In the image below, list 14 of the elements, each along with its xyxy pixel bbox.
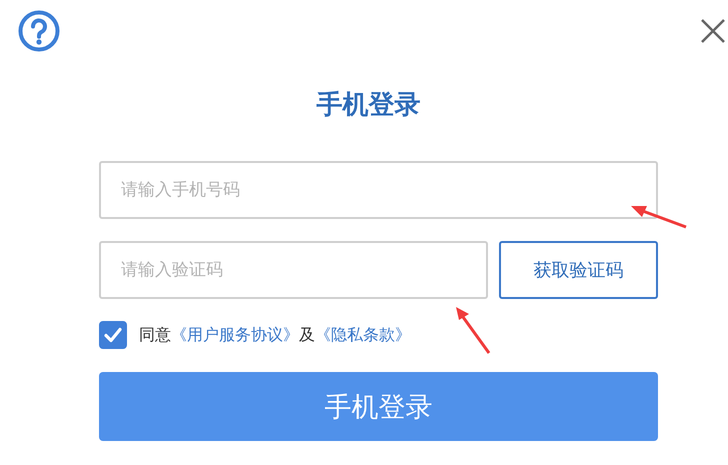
close-icon[interactable] xyxy=(700,18,726,44)
dialog-title: 手机登录 xyxy=(316,89,420,122)
agreement-text: 同意 xyxy=(139,324,171,346)
agreement-link[interactable]: 《隐私条款》 xyxy=(315,324,411,346)
agreement-link[interactable]: 《用户服务协议》 xyxy=(171,324,299,346)
annotation-arrow xyxy=(630,203,688,229)
annotation-arrow xyxy=(454,305,492,355)
agreement-checkbox[interactable] xyxy=(99,321,127,349)
get-code-button[interactable]: 获取验证码 xyxy=(499,241,658,299)
agreement-text: 及 xyxy=(299,324,315,346)
code-input-field[interactable]: 请输入验证码 xyxy=(99,241,488,299)
help-icon[interactable] xyxy=(18,10,60,52)
phone-input-field[interactable]: 请输入手机号码 xyxy=(99,161,658,219)
login-button[interactable]: 手机登录 xyxy=(99,372,658,441)
